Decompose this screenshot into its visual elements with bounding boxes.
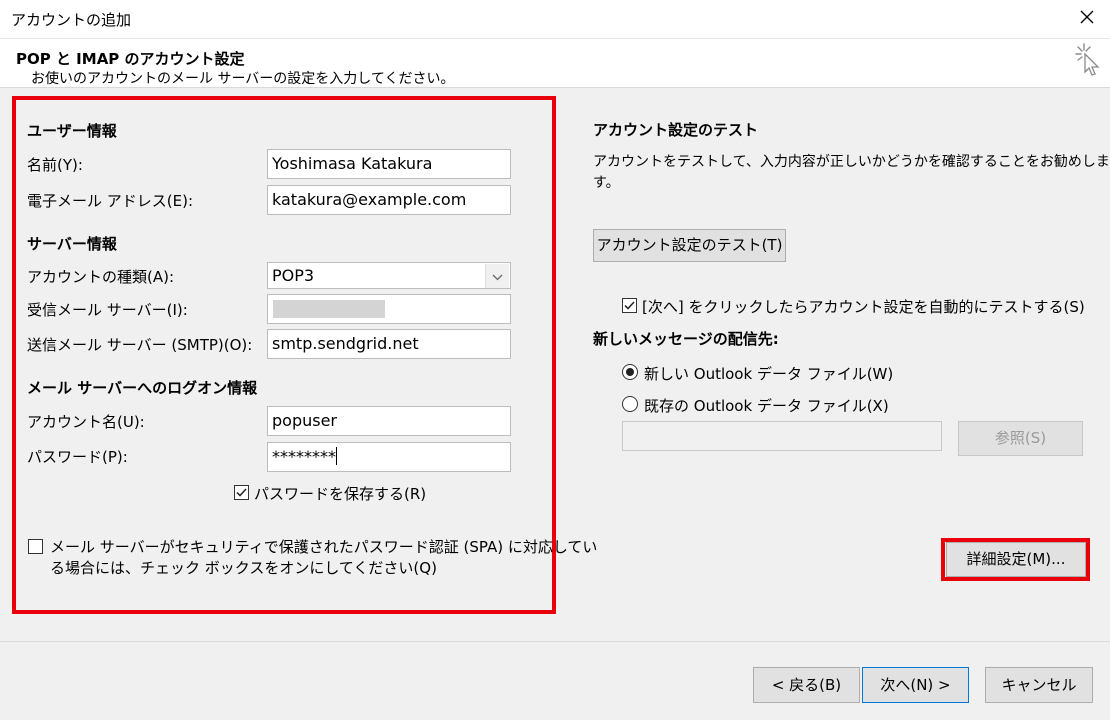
new-data-file-radio[interactable] — [622, 364, 638, 380]
user-info-heading: ユーザー情報 — [27, 122, 117, 140]
footer-divider — [0, 641, 1110, 642]
server-info-heading: サーバー情報 — [27, 235, 117, 253]
title-bar: アカウントの追加 — [0, 0, 1110, 39]
back-button[interactable]: < 戻る(B) — [753, 667, 860, 703]
account-settings-panel: ユーザー情報 名前(Y): Yoshimasa Katakura 電子メール ア… — [12, 96, 597, 614]
text-caret — [336, 447, 337, 465]
name-input[interactable]: Yoshimasa Katakura — [267, 149, 511, 179]
outgoing-server-input[interactable]: smtp.sendgrid.net — [267, 329, 511, 359]
test-description-line1: アカウントをテストして、入力内容が正しいかどうかを確認することをお勧めしま — [593, 154, 1110, 170]
email-label: 電子メール アドレス(E): — [27, 192, 194, 210]
password-label: パスワード(P): — [27, 448, 128, 466]
chevron-down-icon — [492, 274, 503, 281]
page-title: POP と IMAP のアカウント設定 — [16, 50, 245, 68]
close-icon[interactable] — [1076, 6, 1098, 28]
account-type-label: アカウントの種類(A): — [27, 268, 175, 286]
auto-test-label[interactable]: [次へ] をクリックしたらアカウント設定を自動的にテストする(S) — [642, 296, 1085, 317]
existing-data-file-label[interactable]: 既存の Outlook データ ファイル(X) — [644, 395, 889, 416]
email-input[interactable]: katakura@example.com — [267, 185, 511, 215]
redacted-value — [273, 300, 385, 318]
cancel-button[interactable]: キャンセル — [985, 667, 1093, 703]
add-account-dialog: アカウントの追加 POP と IMAP のアカウント設定 お使いのアカウントのメ… — [0, 0, 1110, 720]
outgoing-server-label: 送信メール サーバー (SMTP)(O): — [27, 336, 253, 354]
checkmark-icon — [624, 301, 635, 310]
spa-label-line2[interactable]: る場合には、チェック ボックスをオンにしてください(Q) — [50, 557, 437, 578]
password-input[interactable]: ******** — [267, 442, 511, 472]
existing-file-path-input[interactable] — [622, 421, 942, 451]
incoming-server-input[interactable] — [267, 294, 511, 324]
account-name-input[interactable]: popuser — [267, 406, 511, 436]
browse-button[interactable]: 参照(S) — [958, 421, 1083, 456]
spa-checkbox[interactable] — [28, 539, 43, 554]
save-password-label[interactable]: パスワードを保存する(R) — [254, 483, 426, 504]
test-heading: アカウント設定のテスト — [593, 121, 759, 139]
window-title: アカウントの追加 — [11, 11, 132, 29]
spa-label-line1[interactable]: メール サーバーがセキュリティで保護されたパスワード認証 (SPA) に対応して… — [50, 536, 597, 557]
delivery-heading: 新しいメッセージの配信先: — [593, 330, 779, 348]
sparkle-cursor-icon — [1075, 43, 1100, 76]
logon-info-heading: メール サーバーへのログオン情報 — [27, 379, 258, 397]
account-type-value: POP3 — [272, 266, 315, 285]
page-subtitle: お使いのアカウントのメール サーバーの設定を入力してください。 — [31, 71, 455, 87]
incoming-server-label: 受信メール サーバー(I): — [27, 301, 188, 319]
checkmark-icon — [236, 488, 247, 497]
auto-test-checkbox[interactable] — [622, 298, 637, 313]
password-value: ******** — [272, 447, 336, 466]
dialog-header: POP と IMAP のアカウント設定 お使いのアカウントのメール サーバーの設… — [0, 39, 1110, 88]
radio-selected-dot — [626, 368, 634, 376]
next-button[interactable]: 次へ(N) > — [862, 667, 969, 703]
account-name-label: アカウント名(U): — [27, 413, 145, 431]
name-label: 名前(Y): — [27, 156, 83, 174]
existing-data-file-radio[interactable] — [622, 396, 638, 412]
account-type-select[interactable]: POP3 — [267, 262, 511, 289]
select-arrow-box[interactable] — [485, 264, 509, 288]
test-description-line2: す。 — [593, 175, 620, 191]
save-password-checkbox[interactable] — [234, 485, 249, 500]
new-data-file-label[interactable]: 新しい Outlook データ ファイル(W) — [644, 363, 893, 384]
test-account-button[interactable]: アカウント設定のテスト(T) — [593, 229, 786, 262]
more-settings-highlight — [941, 538, 1090, 581]
